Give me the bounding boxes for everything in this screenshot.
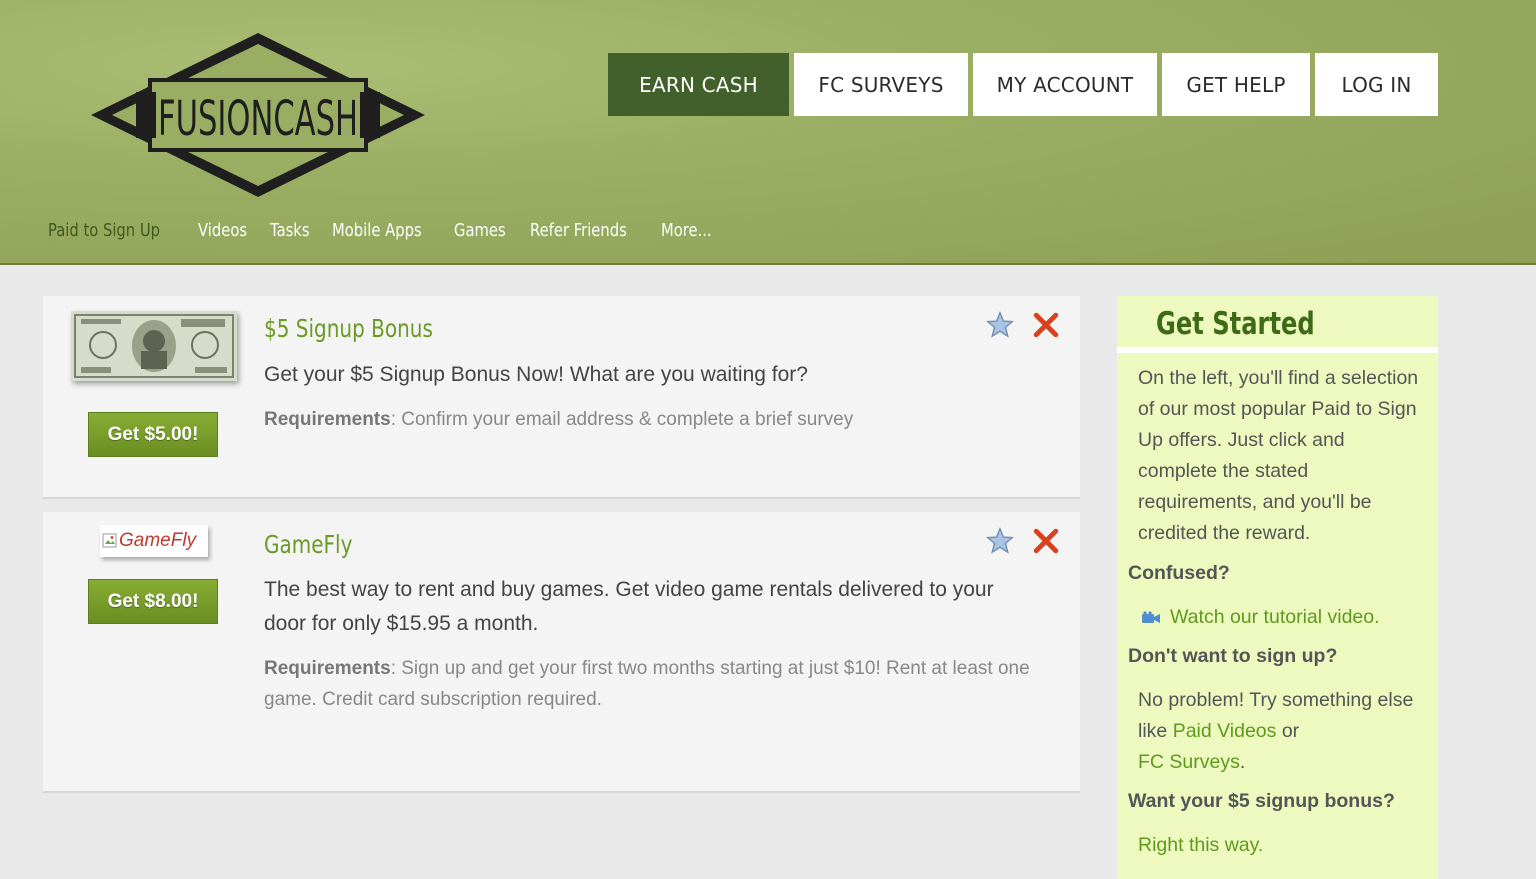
nav-earn-cash[interactable]: EARN CASH [608,53,789,116]
fusioncash-logo[interactable]: FUSIONCASH [88,30,428,200]
subnav-paid-to-sign-up[interactable]: Paid to Sign Up [48,220,160,241]
requirements-label: Requirements [264,658,391,679]
subnav-mobile-apps[interactable]: Mobile Apps [332,220,422,241]
logo-text: FUSIONCASH [158,91,358,147]
sub-nav: Paid to Sign Up Videos Tasks Mobile Apps… [48,220,712,241]
offer-card-gamefly: GameFly Get $8.00! GameFly The best way … [43,512,1080,793]
tutorial-row: Watch our tutorial video. [1141,602,1431,633]
alt-text: or [1276,720,1300,742]
nav-fc-surveys[interactable]: FC SURVEYS [794,53,968,116]
offer-card-signup-bonus: Get $5.00! $5 Signup Bonus Get your $5 S… [43,296,1080,499]
top-nav: EARN CASH FC SURVEYS MY ACCOUNT GET HELP… [608,53,1438,116]
bonus-link-row: Right this way. [1138,830,1428,861]
offer-description: The best way to rent and buy games. Get … [264,578,994,635]
alt-text: . [1239,751,1246,773]
get-8-dollars-button[interactable]: Get $8.00! [88,579,218,624]
gamefly-image[interactable]: GameFly [100,525,208,557]
video-camera-icon [1142,610,1160,623]
subnav-tasks[interactable]: Tasks [270,220,310,241]
five-dollar-bill-image[interactable] [71,311,237,381]
offer-requirements: Requirements: Confirm your email address… [264,404,1064,435]
sidebar-intro: On the left, you'll find a selection of … [1138,367,1419,544]
tutorial-video-link[interactable]: Watch our tutorial video. [1170,602,1380,633]
offer-description: Get your $5 Signup Bonus Now! What are y… [264,363,808,386]
sidebar-title: Get Started [1156,306,1315,342]
get-5-dollars-button[interactable]: Get $5.00! [88,412,218,457]
confused-heading: Confused? [1128,562,1230,584]
nav-my-account[interactable]: MY ACCOUNT [973,53,1157,116]
sidebar-divider [1117,347,1438,353]
subnav-refer-friends[interactable]: Refer Friends [530,220,627,241]
get-started-sidebar: Get Started On the left, you'll find a s… [1117,296,1438,879]
right-this-way-link[interactable]: Right this way. [1138,834,1263,856]
nav-log-in[interactable]: LOG IN [1315,53,1438,116]
site-header: FUSIONCASH EARN CASH FC SURVEYS MY ACCOU… [0,0,1536,265]
close-icon[interactable] [1033,312,1059,338]
paid-videos-link[interactable]: Paid Videos [1173,720,1277,742]
gamefly-alt-text: GameFly [119,530,197,551]
close-icon[interactable] [1033,528,1059,554]
subnav-games[interactable]: Games [454,220,506,241]
offer-title-gamefly[interactable]: GameFly [264,530,352,559]
broken-image-icon [102,533,117,548]
dont-want-heading: Don't want to sign up? [1128,645,1338,667]
requirements-text: : Confirm your email address & complete … [390,409,854,430]
subnav-videos[interactable]: Videos [198,220,247,241]
offer-requirements: Requirements: Sign up and get your first… [264,653,1064,715]
fc-surveys-link[interactable]: FC Surveys [1138,751,1240,773]
star-icon[interactable] [986,527,1014,555]
offer-title-signup-bonus[interactable]: $5 Signup Bonus [264,314,433,343]
nav-get-help[interactable]: GET HELP [1162,53,1310,116]
star-icon[interactable] [986,311,1014,339]
subnav-more[interactable]: More... [661,220,712,241]
alternatives-text: No problem! Try something else like Paid… [1138,685,1428,778]
bonus-heading: Want your $5 signup bonus? [1128,790,1395,812]
requirements-label: Requirements [264,409,391,430]
